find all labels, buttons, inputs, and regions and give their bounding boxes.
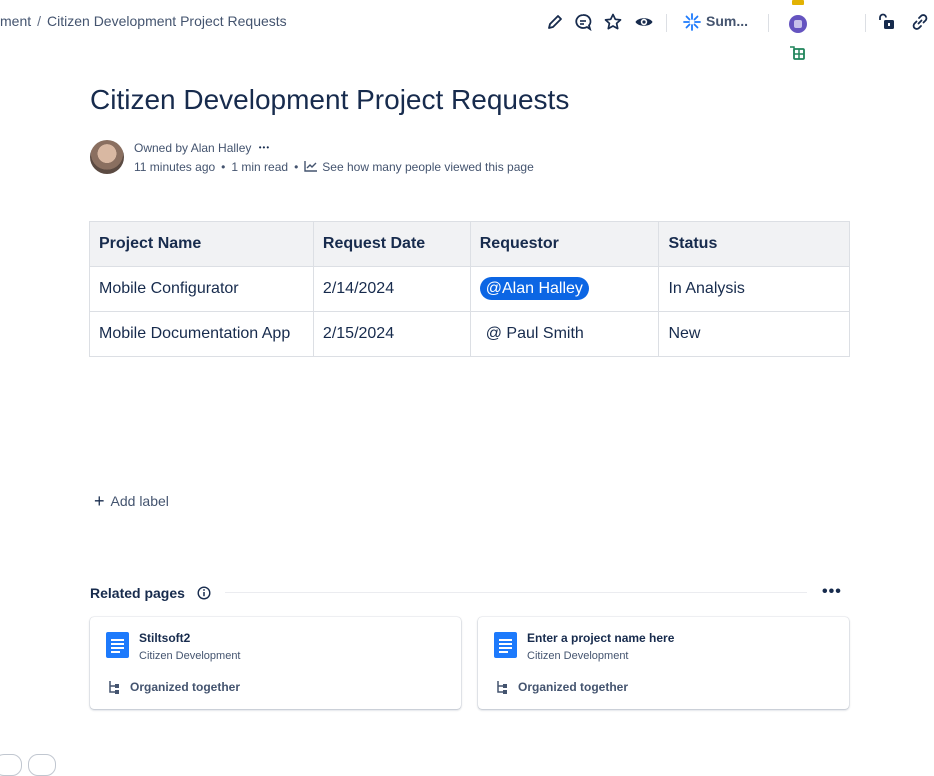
app-grid-icon[interactable] [789,45,805,61]
info-icon[interactable] [197,586,211,600]
add-label-button[interactable]: + Add label [94,491,169,512]
related-page-space: Citizen Development [527,650,629,662]
related-page-reason: Organized together [130,680,241,694]
page-title: Citizen Development Project Requests [90,84,570,115]
cell-project-name: Mobile Documentation App [89,311,314,357]
header-project-name: Project Name [89,221,314,267]
analytics-chart-icon [304,161,318,172]
star-icon[interactable] [603,12,623,32]
related-page-card[interactable]: Stiltsoft2 Citizen Development Organized… [90,617,461,709]
project-requests-table: Project Name Request Date Requestor Stat… [89,221,850,357]
cell-project-name: Mobile Configurator [89,266,314,312]
cell-request-date: 2/15/2024 [312,311,471,357]
page-tree-icon [109,681,119,694]
watch-eye-icon[interactable] [634,12,654,32]
copy-link-icon[interactable] [910,12,930,32]
document-icon [494,632,517,658]
floating-control[interactable] [0,754,22,776]
add-label-text: Add label [110,493,169,509]
related-page-card[interactable]: Enter a project name here Citizen Develo… [478,617,849,709]
page-views-link[interactable]: See how many people viewed this page [322,160,533,174]
byline-dot: • [221,160,226,174]
breadcrumb: ment / Citizen Development Project Request… [0,13,287,29]
byline-more-button[interactable]: ••• [259,143,270,152]
related-divider [225,592,807,593]
breadcrumb-parent[interactable]: ment [0,13,31,29]
byline-dot: • [294,160,299,174]
owned-by-text[interactable]: Owned by Alan Halley [134,141,251,155]
header-request-date: Request Date [312,221,471,267]
related-page-reason: Organized together [518,680,629,694]
related-more-button[interactable]: ••• [822,583,842,601]
edit-pencil-icon[interactable] [545,12,565,32]
table-row: Mobile Configurator 2/14/2024 @Alan Hall… [89,266,850,312]
user-mention[interactable]: @Alan Halley [479,277,589,300]
summarize-button[interactable]: Sum... [706,13,748,29]
unlock-icon[interactable] [877,12,897,32]
cell-status: In Analysis [658,266,850,312]
cell-requestor: @ Paul Smith [469,311,660,357]
byline-meta: 11 minutes ago • 1 min read • See how many p… [134,160,534,174]
app-badge-icon [792,0,804,5]
table-row: Mobile Documentation App 2/15/2024 @ Pau… [89,311,850,357]
related-page-title[interactable]: Stiltsoft2 [139,631,190,645]
related-page-title[interactable]: Enter a project name here [527,631,674,645]
header-requestor: Requestor [469,221,660,267]
toolbar-divider [666,14,667,32]
ai-sparkle-icon [683,13,701,31]
related-page-space: Citizen Development [139,650,241,662]
user-mention[interactable]: @ Paul Smith [480,322,590,345]
table-header-row: Project Name Request Date Requestor Stat… [89,221,850,267]
floating-control[interactable] [28,754,56,776]
related-pages-title: Related pages [90,585,185,601]
document-icon [106,632,129,658]
page-tree-icon [497,681,507,694]
cell-requestor: @Alan Halley [469,266,660,312]
byline-owner: Owned by Alan Halley ••• [134,141,270,155]
collaborator-avatar-icon[interactable] [789,15,807,33]
breadcrumb-separator: / [37,13,42,29]
comment-icon[interactable] [573,12,593,32]
owner-avatar[interactable] [90,140,124,174]
cell-status: New [658,311,850,357]
read-time: 1 min read [231,160,289,174]
cell-request-date: 2/14/2024 [312,266,471,312]
toolbar-divider [768,14,769,32]
edited-time[interactable]: 11 minutes ago [134,160,215,174]
plus-icon: + [94,491,105,511]
page-toolbar: Sum... [540,0,934,60]
header-status: Status [658,221,850,267]
toolbar-divider [865,14,866,32]
breadcrumb-current[interactable]: Citizen Development Project Requests [47,13,287,29]
related-pages-heading: Related pages [90,585,211,601]
